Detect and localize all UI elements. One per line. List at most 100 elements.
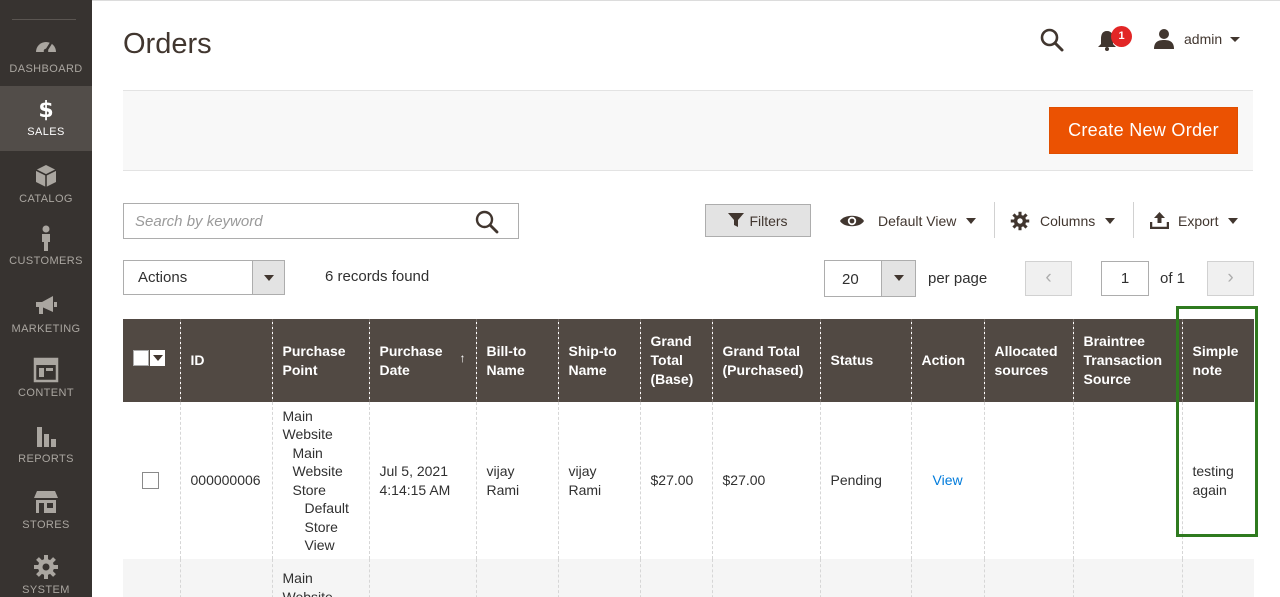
column-header-grand-total-purchased[interactable]: Grand Total (Purchased) <box>711 319 820 402</box>
column-header-grand-total-base[interactable]: Grand Total (Base) <box>639 319 712 402</box>
mass-select-header[interactable] <box>123 319 180 402</box>
view-order-link[interactable]: View <box>933 472 963 488</box>
cell-id: 000000006 <box>179 402 272 559</box>
cell-action <box>910 559 984 597</box>
sidebar-item-label: CUSTOMERS <box>9 255 83 267</box>
sidebar-item-customers[interactable]: CUSTOMERS <box>0 225 92 289</box>
sidebar-item-system[interactable]: SYSTEM <box>0 554 92 597</box>
column-header-bill-to[interactable]: Bill-to Name <box>475 319 558 402</box>
filters-label: Filters <box>749 212 788 229</box>
per-page-label: per page <box>928 270 988 287</box>
layout-icon <box>33 357 59 383</box>
filters-button[interactable]: Filters <box>705 204 811 237</box>
sidebar-item-catalog[interactable]: CATALOG <box>0 163 92 227</box>
cell-purchase-date <box>368 559 476 597</box>
search-icon[interactable] <box>474 209 500 235</box>
dashboard-icon <box>36 42 56 54</box>
toolbar-divider <box>1133 202 1134 238</box>
column-header-label: Purchase Date <box>379 342 443 378</box>
mass-select-checkbox[interactable] <box>133 350 165 366</box>
sidebar-item-label: CATALOG <box>19 193 73 205</box>
mass-actions-select[interactable]: Actions <box>123 260 285 295</box>
column-header-status[interactable]: Status <box>819 319 911 402</box>
grid-header-row: ID Purchase Point Purchase Date ↑ Bill-to… <box>123 319 1254 402</box>
row-checkbox[interactable] <box>142 472 159 489</box>
create-new-order-button[interactable]: Create New Order <box>1049 107 1238 154</box>
sidebar-item-label: STORES <box>22 519 70 531</box>
sidebar-divider <box>12 19 76 20</box>
column-header-id[interactable]: ID <box>179 319 272 402</box>
toolbar-divider <box>994 202 995 238</box>
export-dropdown[interactable]: Export <box>1150 204 1239 237</box>
chevron-down-icon <box>1105 217 1116 224</box>
sidebar-item-reports[interactable]: REPORTS <box>0 423 92 487</box>
chevron-down-icon <box>1228 217 1239 224</box>
sidebar-item-stores[interactable]: STORES <box>0 489 92 553</box>
orders-grid: ID Purchase Point Purchase Date ↑ Bill-to… <box>123 319 1254 597</box>
chevron-down-icon <box>1230 36 1241 42</box>
cell-action: View <box>910 402 984 559</box>
cell-simple-note: testing again <box>1181 402 1254 559</box>
view-label: Default View <box>878 212 957 229</box>
megaphone-icon <box>36 296 57 314</box>
next-page-button[interactable]: › <box>1207 261 1254 296</box>
column-header-purchase-date[interactable]: Purchase Date ↑ <box>368 319 476 402</box>
chevron-down-icon <box>966 217 977 224</box>
cell-ship-to <box>557 559 640 597</box>
sort-arrow-icon: ↑ <box>459 351 466 365</box>
page-number-input[interactable] <box>1101 261 1149 296</box>
user-menu[interactable]: admin <box>1153 26 1241 52</box>
search-icon[interactable] <box>1039 27 1065 53</box>
table-row[interactable]: Main Website <box>123 559 1254 597</box>
cell-grand-total-base <box>639 559 712 597</box>
chevron-left-icon: ‹ <box>1045 267 1052 288</box>
page-total: of 1 <box>1160 270 1186 287</box>
column-header-purchase-point[interactable]: Purchase Point <box>271 319 369 402</box>
cell-grand-total-purchased <box>711 559 820 597</box>
chevron-down-icon <box>264 275 274 281</box>
sidebar-item-label: REPORTS <box>18 453 74 465</box>
store-icon <box>34 491 58 513</box>
previous-page-button[interactable]: ‹ <box>1025 261 1072 296</box>
cell-bill-to <box>475 559 558 597</box>
cell-purchase-date: Jul 5, 2021 4:14:15 AM <box>368 402 476 559</box>
column-header-braintree-source[interactable]: Braintree Transaction Source <box>1072 319 1182 402</box>
columns-dropdown[interactable]: Columns <box>1010 204 1116 237</box>
cell-id <box>179 559 272 597</box>
cell-purchase-point: Main Website <box>271 559 369 597</box>
sidebar-item-sales[interactable]: $ SALES <box>0 86 92 151</box>
top-border <box>92 0 1280 1</box>
purchase-point-website: Main Website <box>282 407 333 443</box>
svg-text:$: $ <box>38 98 53 122</box>
cell-grand-total-base: $27.00 <box>639 402 712 559</box>
table-row[interactable]: 000000006 Main Website Main Website Stor… <box>123 402 1254 559</box>
column-header-ship-to[interactable]: Ship-to Name <box>557 319 640 402</box>
per-page-value: 20 <box>842 271 859 288</box>
search-input[interactable] <box>124 204 464 238</box>
default-view-dropdown[interactable]: Default View <box>839 204 977 237</box>
sidebar-item-marketing[interactable]: MARKETING <box>0 293 92 357</box>
notification-badge[interactable]: 1 <box>1111 26 1132 47</box>
records-count: 6 records found <box>325 268 430 285</box>
eye-icon <box>840 215 864 226</box>
column-header-action: Action <box>910 319 984 402</box>
user-name: admin <box>1184 31 1223 47</box>
per-page-select[interactable]: 20 <box>824 260 916 297</box>
cell-grand-total-purchased: $27.00 <box>711 402 820 559</box>
sidebar-item-content[interactable]: CONTENT <box>0 357 92 421</box>
column-header-allocated-sources[interactable]: Allocated sources <box>983 319 1073 402</box>
cell-simple-note <box>1181 559 1254 597</box>
sidebar-item-label: DASHBOARD <box>9 63 83 75</box>
cell-bill-to: vijay Rami <box>475 402 558 559</box>
column-header-simple-note[interactable]: Simple note <box>1181 319 1254 402</box>
actions-label: Actions <box>138 269 188 286</box>
actions-dropdown-toggle[interactable] <box>252 261 284 294</box>
sidebar-item-label: MARKETING <box>11 323 81 335</box>
columns-label: Columns <box>1040 212 1096 229</box>
gear-icon <box>1010 211 1030 230</box>
per-page-toggle[interactable] <box>881 261 915 296</box>
chevron-right-icon: › <box>1227 267 1234 288</box>
purchase-point-store: Main Website Store <box>292 444 343 498</box>
export-label: Export <box>1178 212 1219 229</box>
sidebar-item-label: SALES <box>27 126 65 138</box>
